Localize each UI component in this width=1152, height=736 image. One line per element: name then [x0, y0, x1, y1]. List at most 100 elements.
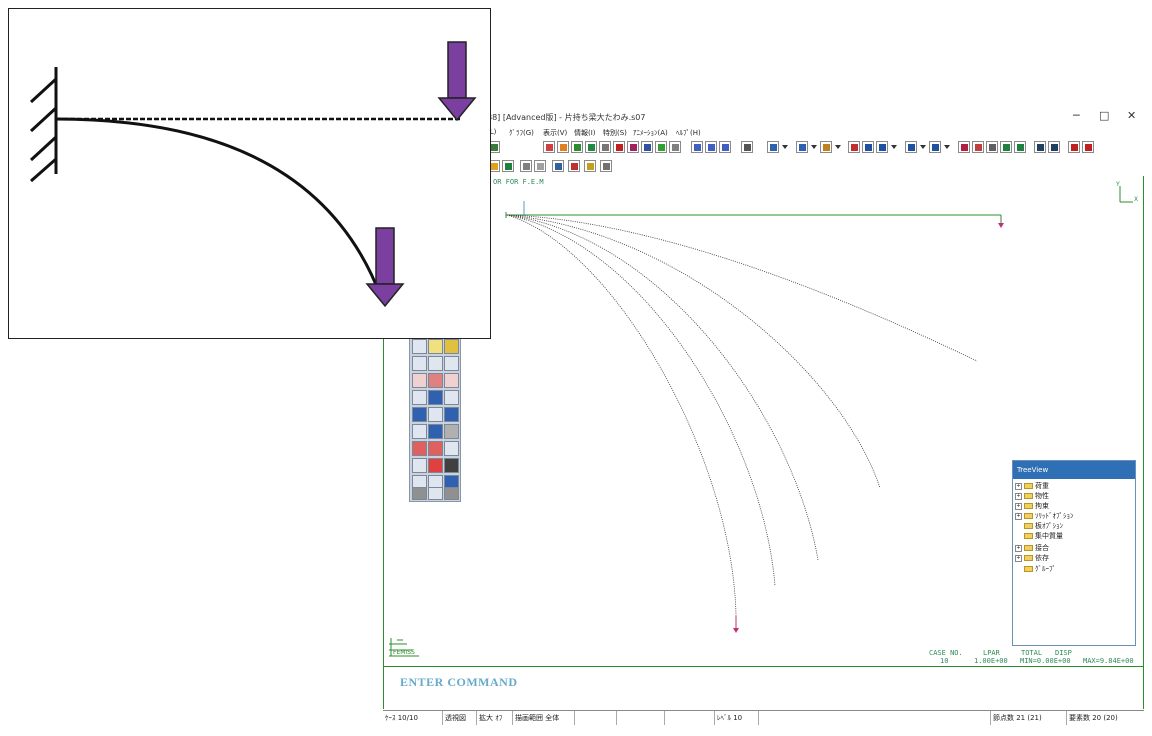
palette-button[interactable] — [412, 356, 427, 371]
secondary-toolbar — [478, 158, 678, 176]
tool-icon[interactable] — [862, 141, 874, 153]
menu-animation[interactable]: ｱﾆﾒｰｼｮﾝ(A) — [633, 128, 668, 138]
main-toolbar — [478, 139, 1144, 157]
tool-icon[interactable] — [905, 141, 917, 153]
palette-button[interactable] — [428, 424, 443, 439]
tool-icon[interactable] — [1082, 141, 1094, 153]
tool-icon[interactable] — [613, 141, 625, 153]
femis-logo-icon: FEMISS — [389, 638, 419, 657]
tree-item-dependency[interactable]: + 依存 — [1015, 553, 1049, 563]
tree-item-solid-option[interactable]: + ｿﾘｯﾄﾞｵﾌﾟｼｮﾝ — [1015, 511, 1074, 521]
command-area[interactable]: ENTER COMMAND — [383, 666, 1144, 709]
tool-icon[interactable] — [986, 141, 998, 153]
tool-icon[interactable] — [627, 141, 639, 153]
palette-button[interactable] — [412, 339, 427, 354]
expand-icon[interactable]: + — [1015, 502, 1022, 510]
tool-icon[interactable] — [585, 141, 597, 153]
tool-icon[interactable] — [796, 141, 808, 153]
tool-icon[interactable] — [929, 141, 941, 153]
tool-icon[interactable] — [848, 141, 860, 153]
status-empty — [575, 711, 617, 725]
tree-item-group[interactable]: ｸﾞﾙｰﾌﾟ — [1015, 564, 1056, 574]
tool-icon[interactable] — [741, 141, 753, 153]
tool-icon[interactable] — [502, 160, 514, 172]
palette-button[interactable] — [444, 390, 459, 405]
tree-item-mass[interactable]: 集中質量 — [1015, 531, 1063, 541]
tool-icon[interactable] — [641, 141, 653, 153]
close-button[interactable]: ✕ — [1127, 110, 1136, 122]
palette-button[interactable] — [444, 487, 459, 500]
palette-button[interactable] — [428, 407, 443, 422]
palette-button[interactable] — [412, 407, 427, 422]
tree-item-load[interactable]: + 荷重 — [1015, 481, 1049, 491]
expand-icon[interactable]: + — [1015, 512, 1022, 520]
palette-button[interactable] — [412, 487, 427, 500]
tool-icon[interactable] — [958, 141, 970, 153]
palette-button[interactable] — [428, 373, 443, 388]
palette-button[interactable] — [412, 424, 427, 439]
tool-icon[interactable] — [719, 141, 731, 153]
maximize-button[interactable]: □ — [1099, 110, 1109, 122]
menu-view[interactable]: 表示(V) — [543, 128, 567, 138]
expand-icon[interactable]: + — [1015, 554, 1022, 562]
expand-icon[interactable]: + — [1015, 544, 1022, 552]
tool-icon[interactable] — [599, 141, 611, 153]
palette-button[interactable] — [444, 458, 459, 473]
tree-item-joint[interactable]: + 接合 — [1015, 543, 1049, 553]
palette-button[interactable] — [444, 424, 459, 439]
svg-text:Y: Y — [1115, 181, 1120, 188]
palette-button[interactable] — [444, 373, 459, 388]
palette-button[interactable] — [428, 339, 443, 354]
tool-icon[interactable] — [571, 141, 583, 153]
tool-icon[interactable] — [655, 141, 667, 153]
tree-item-material[interactable]: + 物性 — [1015, 491, 1049, 501]
tool-icon[interactable] — [520, 160, 532, 172]
palette-button[interactable] — [428, 441, 443, 456]
tool-icon[interactable] — [972, 141, 984, 153]
tree-item-constraint[interactable]: + 拘束 — [1015, 501, 1049, 511]
tool-icon[interactable] — [584, 160, 596, 172]
palette-button[interactable] — [444, 441, 459, 456]
tool-icon[interactable] — [1068, 141, 1080, 153]
expand-icon[interactable]: + — [1015, 492, 1022, 500]
menu-graph[interactable]: ｸﾞﾗﾌ(G) — [509, 128, 534, 138]
tool-icon[interactable] — [691, 141, 703, 153]
palette-button[interactable] — [412, 373, 427, 388]
tool-icon[interactable] — [876, 141, 888, 153]
tool-icon[interactable] — [669, 141, 681, 153]
tool-icon[interactable] — [543, 141, 555, 153]
palette-button[interactable] — [428, 356, 443, 371]
palette-button[interactable] — [428, 458, 443, 473]
tool-icon[interactable] — [600, 160, 612, 172]
menu-special[interactable]: 特別(S) — [603, 128, 627, 138]
tool-icon[interactable] — [552, 160, 564, 172]
tool-icon[interactable] — [1048, 141, 1060, 153]
palette-button[interactable] — [412, 441, 427, 456]
tool-icon[interactable] — [820, 141, 832, 153]
palette-button[interactable] — [444, 407, 459, 422]
status-empty — [617, 711, 665, 725]
menu-help[interactable]: ﾍﾙﾌﾟ(H) — [676, 128, 701, 138]
deflection-curve — [506, 214, 819, 561]
tool-icon[interactable] — [557, 141, 569, 153]
tool-icon[interactable] — [705, 141, 717, 153]
palette-button[interactable] — [412, 390, 427, 405]
tool-icon[interactable] — [1034, 141, 1046, 153]
tool-icon[interactable] — [568, 160, 580, 172]
tool-icon[interactable] — [767, 141, 779, 153]
tree-item-plate-option[interactable]: 板ｵﾌﾟｼｮﾝ — [1015, 521, 1063, 531]
tree-folder-icon — [1024, 503, 1033, 509]
palette-button[interactable] — [444, 339, 459, 354]
palette-button[interactable] — [444, 356, 459, 371]
deformed-beam — [55, 117, 383, 298]
tool-icon[interactable] — [534, 160, 546, 172]
palette-button[interactable] — [428, 390, 443, 405]
axis-icon: Y X — [1115, 181, 1138, 203]
tool-icon[interactable] — [1000, 141, 1012, 153]
expand-icon[interactable]: + — [1015, 482, 1022, 490]
palette-button[interactable] — [428, 487, 443, 500]
minimize-button[interactable]: ─ — [1073, 110, 1080, 122]
palette-button[interactable] — [412, 458, 427, 473]
tool-icon[interactable] — [1014, 141, 1026, 153]
menu-info[interactable]: 情報(I) — [574, 128, 596, 138]
